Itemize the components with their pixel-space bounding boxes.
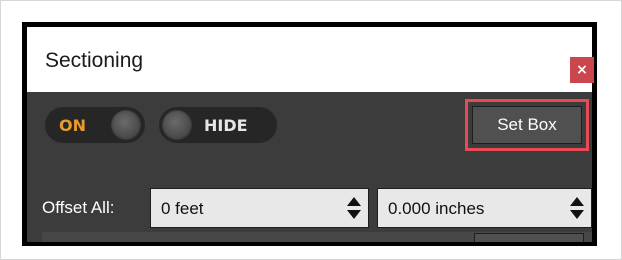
toggle-knob-icon: [162, 110, 192, 140]
offset-inches-spinbox[interactable]: 0.000 inches: [377, 188, 592, 228]
dialog-titlebar: Sectioning ×: [27, 27, 594, 92]
next-row-button[interactable]: [474, 233, 584, 242]
toggle-knob-icon: [111, 110, 141, 140]
section-on-toggle[interactable]: ON: [45, 107, 145, 143]
spin-up-down-icon[interactable]: [569, 195, 585, 221]
close-icon: ×: [576, 62, 588, 78]
toggle-hide-label: HIDE: [204, 116, 248, 135]
offset-inches-value: 0.000 inches: [388, 199, 485, 218]
spin-up-down-icon[interactable]: [346, 195, 362, 221]
sectioning-dialog: Sectioning × ON HIDE Set Box Offset All:…: [22, 22, 597, 246]
offset-feet-spinbox[interactable]: 0 feet: [150, 188, 369, 228]
offset-all-label: Offset All:: [42, 198, 115, 217]
offset-feet-value: 0 feet: [161, 199, 204, 218]
dialog-title: Sectioning: [45, 49, 144, 72]
screenshot-frame: Sectioning × ON HIDE Set Box Offset All:…: [0, 0, 622, 260]
close-button[interactable]: ×: [570, 57, 594, 83]
set-box-button[interactable]: Set Box: [472, 106, 582, 144]
hide-toggle[interactable]: HIDE: [159, 107, 277, 143]
sectioning-panel: ON HIDE Set Box Offset All: 0 feet 0.000…: [27, 92, 592, 242]
toggle-on-label: ON: [59, 116, 86, 135]
